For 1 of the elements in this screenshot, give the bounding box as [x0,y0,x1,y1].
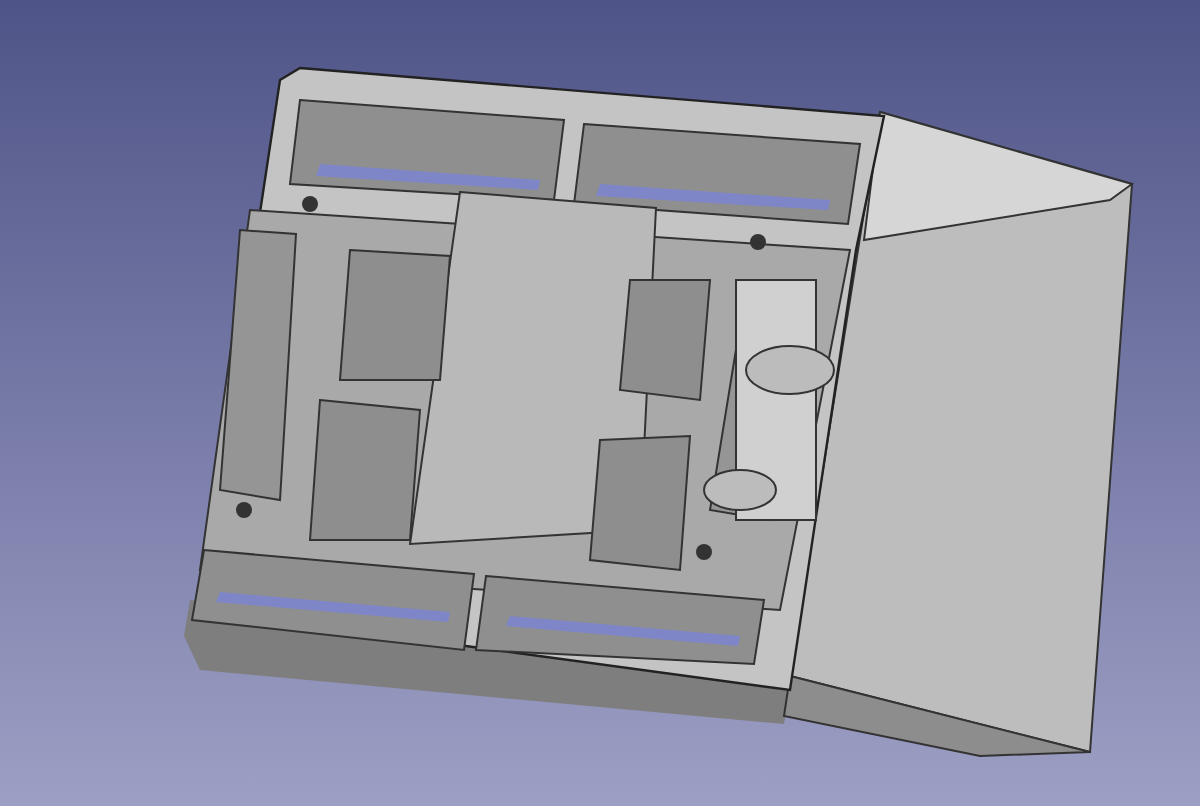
3d-viewport[interactable] [0,0,1200,806]
